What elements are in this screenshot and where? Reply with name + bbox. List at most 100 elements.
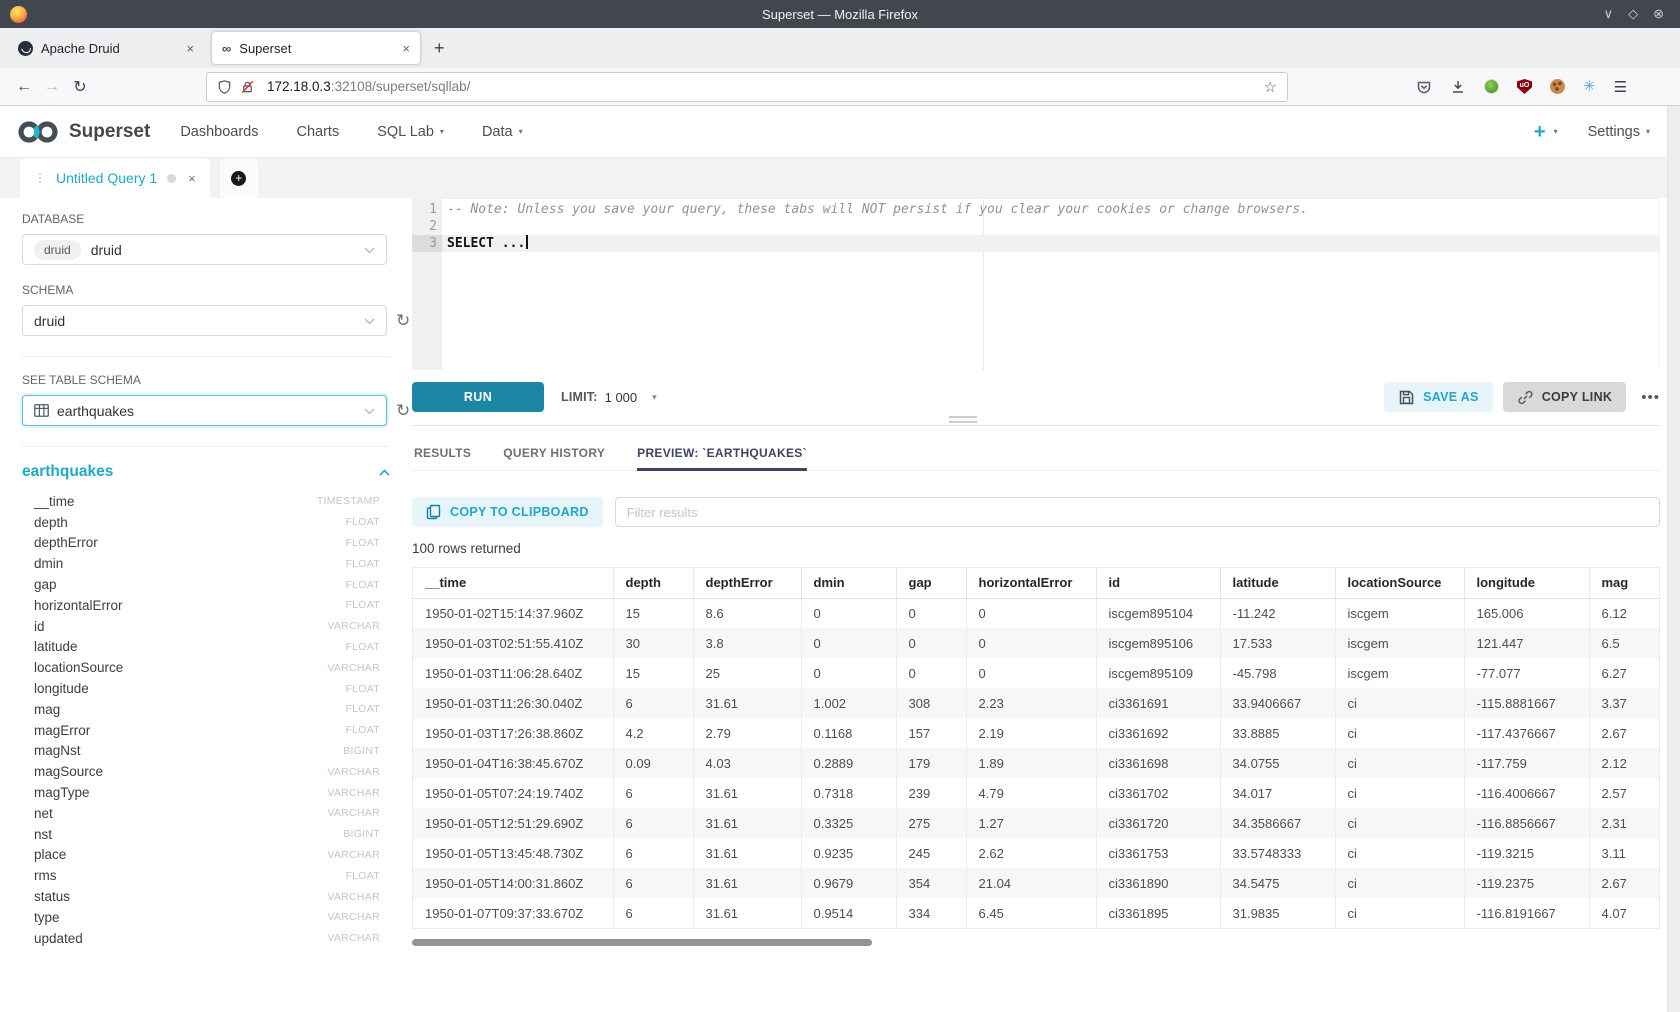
tab-query-history[interactable]: QUERY HISTORY bbox=[503, 440, 605, 470]
column-type: VARCHAR bbox=[327, 807, 390, 819]
table-cell: ci bbox=[1335, 718, 1464, 748]
sql-editor[interactable]: 1 2 3 -- Note: Unless you save your quer… bbox=[412, 198, 1660, 370]
table-cell: 6 bbox=[613, 688, 693, 718]
table-column-row: depthError FLOAT bbox=[22, 533, 390, 554]
add-query-tab-button[interactable]: + bbox=[220, 158, 258, 198]
pocket-icon[interactable] bbox=[1416, 79, 1432, 95]
table-schema-header[interactable]: earthquakes bbox=[22, 463, 390, 481]
collapse-chevron-icon[interactable] bbox=[379, 469, 390, 476]
window-title: Superset — Mozilla Firefox bbox=[0, 7, 1680, 22]
forward-icon[interactable]: → bbox=[38, 78, 66, 96]
nav-item-charts[interactable]: Charts bbox=[297, 124, 340, 140]
column-header[interactable]: id bbox=[1096, 568, 1220, 598]
column-type: VARCHAR bbox=[327, 932, 390, 944]
schema-label: SCHEMA bbox=[22, 283, 412, 297]
browser-tab-apache-druid[interactable]: Apache Druid × bbox=[8, 32, 204, 64]
column-type: FLOAT bbox=[345, 641, 390, 653]
window-minimize-icon[interactable]: ∨ bbox=[1604, 6, 1614, 22]
tab-preview-earthquakes[interactable]: PREVIEW: `EARTHQUAKES` bbox=[637, 440, 807, 470]
column-type: FLOAT bbox=[345, 558, 390, 570]
sqllab-sidebar: DATABASE druid druid SCHEMA druid ↻ SEE … bbox=[0, 198, 412, 1012]
column-header[interactable]: locationSource bbox=[1335, 568, 1464, 598]
tab-close-icon[interactable]: × bbox=[186, 41, 194, 56]
nav-item-sql-lab[interactable]: SQL Lab▾ bbox=[377, 124, 444, 140]
chevron-down-icon[interactable]: ▾ bbox=[1554, 127, 1558, 136]
extension-asterisk-icon[interactable]: ✳ bbox=[1583, 79, 1596, 94]
chevron-down-icon: ▾ bbox=[440, 127, 444, 136]
column-header[interactable]: dmin bbox=[801, 568, 896, 598]
table-cell: 2.23 bbox=[966, 688, 1096, 718]
column-header[interactable]: gap bbox=[896, 568, 966, 598]
limit-caret-icon[interactable]: ▾ bbox=[652, 392, 657, 403]
database-select[interactable]: druid druid bbox=[22, 234, 387, 265]
query-tab-untitled-query-1[interactable]: ⋮ Untitled Query 1 × bbox=[20, 158, 210, 198]
gutter-line-number: 1 bbox=[412, 201, 442, 218]
browser-tab-title: Superset bbox=[239, 41, 394, 56]
cookie-icon[interactable] bbox=[1550, 79, 1565, 94]
pane-splitter[interactable] bbox=[412, 425, 1660, 426]
horizontal-scrollbar-thumb[interactable] bbox=[412, 939, 872, 946]
table-columns-list: __time TIMESTAMP depth FLOAT depthError … bbox=[22, 491, 390, 949]
editor-gutter: 1 2 3 bbox=[412, 199, 442, 370]
column-header[interactable]: depth bbox=[613, 568, 693, 598]
more-options-icon[interactable]: ••• bbox=[1641, 389, 1660, 406]
column-header[interactable]: horizontalError bbox=[966, 568, 1096, 598]
table-cell: ci3361753 bbox=[1096, 838, 1220, 868]
download-icon[interactable] bbox=[1450, 79, 1466, 95]
settings-menu[interactable]: Settings▾ bbox=[1588, 124, 1650, 140]
shield-icon[interactable] bbox=[217, 79, 232, 95]
table-column-row: dmin FLOAT bbox=[22, 553, 390, 574]
extension-green-icon[interactable] bbox=[1484, 79, 1499, 94]
table-column-row: magSource VARCHAR bbox=[22, 761, 390, 782]
column-header[interactable]: longitude bbox=[1464, 568, 1589, 598]
drag-dots-icon[interactable]: ⋮ bbox=[34, 171, 44, 185]
menu-hamburger-icon[interactable]: ☰ bbox=[1614, 78, 1627, 96]
reload-icon[interactable]: ↻ bbox=[66, 77, 94, 97]
tab-results[interactable]: RESULTS bbox=[414, 440, 471, 470]
nav-label: Charts bbox=[297, 124, 340, 140]
column-header[interactable]: __time bbox=[413, 568, 613, 598]
editor-content[interactable]: -- Note: Unless you save your query, the… bbox=[442, 199, 1659, 370]
database-value: druid bbox=[91, 242, 122, 258]
column-type: VARCHAR bbox=[327, 849, 390, 861]
column-type: FLOAT bbox=[345, 537, 390, 549]
table-column-row: id VARCHAR bbox=[22, 616, 390, 637]
table-select[interactable]: earthquakes bbox=[22, 395, 387, 426]
superset-logo-icon bbox=[16, 118, 60, 146]
superset-brand[interactable]: Superset bbox=[16, 118, 150, 146]
refresh-table-icon[interactable]: ↻ bbox=[396, 401, 410, 421]
limit-value[interactable]: 1 000 bbox=[605, 390, 638, 405]
filter-results-input[interactable] bbox=[615, 497, 1660, 527]
page-scrollbar[interactable] bbox=[1667, 106, 1680, 1012]
bookmark-star-icon[interactable]: ☆ bbox=[1264, 78, 1277, 96]
back-icon[interactable]: ← bbox=[10, 78, 38, 96]
splitter-grip-icon[interactable] bbox=[949, 416, 977, 426]
nav-item-data[interactable]: Data▾ bbox=[482, 124, 523, 140]
insecure-lock-icon[interactable] bbox=[240, 79, 255, 95]
table-cell: 0.9235 bbox=[801, 838, 896, 868]
chevron-down-icon bbox=[364, 312, 375, 330]
nav-item-dashboards[interactable]: Dashboards bbox=[180, 124, 258, 140]
column-header[interactable]: latitude bbox=[1220, 568, 1335, 598]
column-type: VARCHAR bbox=[327, 787, 390, 799]
column-header[interactable]: mag bbox=[1589, 568, 1660, 598]
copy-link-button[interactable]: COPY LINK bbox=[1503, 382, 1627, 412]
tab-close-icon[interactable]: × bbox=[402, 41, 410, 56]
window-close-icon[interactable]: ⊗ bbox=[1653, 6, 1664, 22]
ublock-shield-icon[interactable]: uO bbox=[1517, 79, 1532, 94]
url-bar[interactable]: 172.18.0.3:32108/superset/sqllab/ ☆ bbox=[206, 72, 1288, 102]
run-button[interactable]: RUN bbox=[412, 382, 544, 412]
url-text[interactable]: 172.18.0.3:32108/superset/sqllab/ bbox=[267, 79, 470, 94]
table-cell: -117.4376667 bbox=[1464, 718, 1589, 748]
new-tab-button[interactable]: + bbox=[434, 38, 445, 59]
browser-tab-superset[interactable]: ∞ Superset × bbox=[212, 32, 420, 64]
copy-to-clipboard-button[interactable]: COPY TO CLIPBOARD bbox=[412, 497, 603, 527]
window-maximize-icon[interactable]: ◇ bbox=[1628, 6, 1638, 22]
save-as-button[interactable]: SAVE AS bbox=[1384, 382, 1493, 412]
table-cell: 121.447 bbox=[1464, 628, 1589, 658]
refresh-schema-icon[interactable]: ↻ bbox=[396, 311, 410, 331]
column-header[interactable]: depthError bbox=[693, 568, 801, 598]
schema-select[interactable]: druid bbox=[22, 305, 387, 336]
add-new-icon[interactable]: + bbox=[1534, 122, 1546, 142]
close-icon[interactable]: × bbox=[188, 171, 196, 186]
